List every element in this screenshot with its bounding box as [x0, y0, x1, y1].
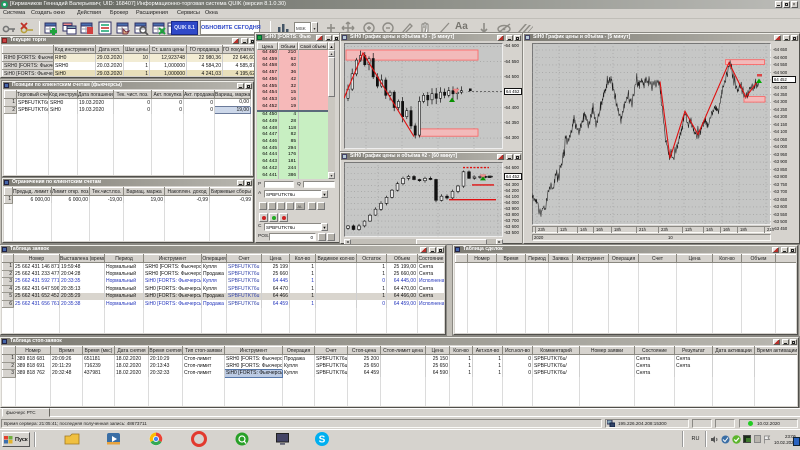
svg-text:S: S [319, 435, 326, 446]
